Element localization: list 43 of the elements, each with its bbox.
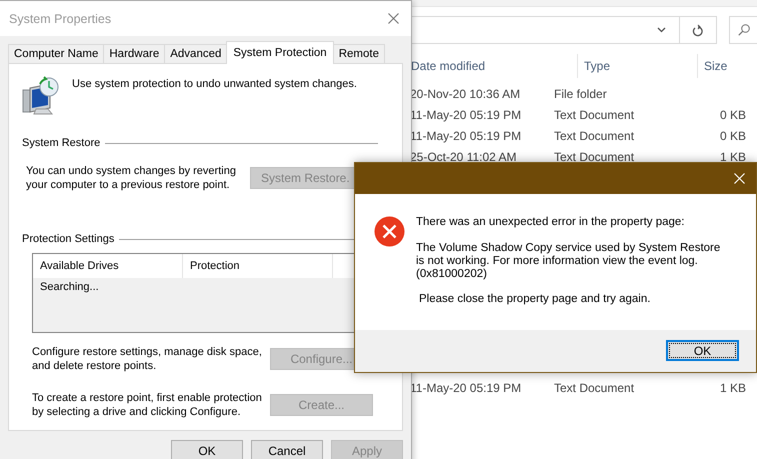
- tab[interactable]: System Protection: [226, 41, 334, 64]
- error-detail: The Volume Shadow Copy service used by System Restore is not working. For more information view the event log.: [416, 242, 722, 268]
- error-instruction: Please close the property page and try again.: [418, 293, 652, 306]
- type-cell-text: Text Document: [554, 150, 636, 164]
- window-title: System Properties: [9, 12, 112, 26]
- tab[interactable]: Remote: [332, 44, 385, 63]
- date-cell-text: 11-May-20 05:19 PM: [410, 108, 522, 122]
- error-code: (0x81000202): [416, 268, 488, 281]
- date-cell-text: 20-Nov-20 10:36 AM: [410, 86, 522, 100]
- size-cell-text: 0 KB: [718, 108, 746, 122]
- type-cell-text: Text Document: [554, 380, 636, 394]
- cancel-button[interactable]: Cancel: [251, 440, 323, 459]
- search-icon: [738, 24, 750, 36]
- group-heading: Protection Settings: [22, 233, 114, 245]
- refresh-icon[interactable]: [692, 24, 704, 36]
- size-cell-text: 1 KB: [718, 380, 746, 394]
- date-cell-text: 11-May-20 05:19 PM: [410, 128, 522, 142]
- type-cell-text: Text Document: [554, 108, 636, 122]
- tab[interactable]: Computer Name: [8, 44, 104, 63]
- size-cell-text: 0 KB: [718, 128, 746, 142]
- action-description: To create a restore point, first enable protection by selecting a drive and clicking Configure.: [32, 391, 263, 419]
- computer-restore-icon: [22, 76, 60, 116]
- column-header[interactable]: Size: [698, 54, 757, 78]
- error-icon: [374, 216, 405, 247]
- restore-description: You can undo system changes by reverting your computer to a previous restore point.: [26, 164, 237, 192]
- action-description: Configure restore settings, manage disk space, and delete restore points.: [32, 345, 263, 373]
- ok-button[interactable]: OK: [171, 440, 243, 459]
- date-cell-text: 11-May-20 05:19 PM: [410, 380, 522, 394]
- search-field[interactable]: [729, 16, 757, 44]
- column-header[interactable]: Available Drives: [33, 254, 183, 278]
- ok-button[interactable]: OK: [666, 340, 739, 361]
- close-icon[interactable]: [388, 13, 399, 24]
- error-heading: There was an unexpected error in the property page:: [416, 216, 686, 229]
- size-cell-text: 1 KB: [718, 150, 746, 164]
- intro-text: Use system protection to undo unwanted system changes.: [72, 78, 357, 90]
- chevron-down-icon[interactable]: [656, 27, 666, 33]
- group-heading: System Restore: [22, 137, 100, 149]
- type-cell-text: Text Document: [554, 128, 636, 142]
- column-header[interactable]: Protection: [183, 254, 333, 278]
- date-cell-text: 25-Oct-20 11:02 AM: [410, 150, 518, 164]
- status-text: Searching...: [39, 280, 100, 293]
- type-cell-text: File folder: [554, 86, 608, 100]
- column-header[interactable]: Type: [578, 54, 698, 78]
